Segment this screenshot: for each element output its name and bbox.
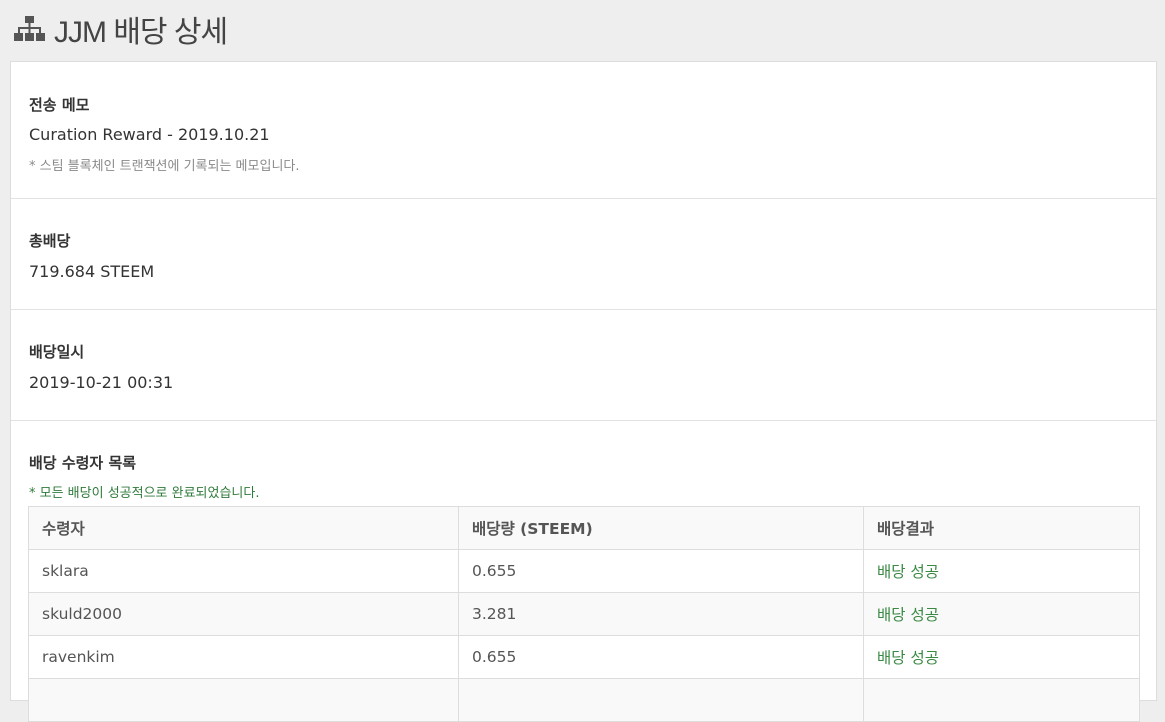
column-header-result: 배당결과	[863, 506, 1140, 550]
recipients-label: 배당 수령자 목록	[29, 454, 137, 472]
page-header: JJM 배당 상세	[14, 8, 228, 50]
page-title: JJM 배당 상세	[54, 16, 228, 49]
table-row: ravenkim 0.655 배당 성공	[28, 635, 1140, 679]
total-value: 719.684 STEEM	[29, 262, 155, 281]
sitemap-icon	[14, 15, 45, 43]
recipient-name: skuld2000	[28, 592, 459, 636]
recipient-amount: 3.281	[458, 592, 864, 636]
table-row: sklara 0.655 배당 성공	[28, 549, 1140, 593]
recipients-table: 수령자 배당량 (STEEM) 배당결과 sklara 0.655 배당 성공 …	[28, 506, 1140, 722]
recipient-result: 배당 성공	[863, 549, 1140, 593]
detail-panel: 전송 메모 Curation Reward - 2019.10.21 * 스팀 …	[10, 61, 1157, 722]
date-section: 배당일시 2019-10-21 00:31	[11, 310, 1156, 421]
table-header-row: 수령자 배당량 (STEEM) 배당결과	[28, 506, 1140, 550]
recipient-name: sklara	[28, 549, 459, 593]
column-header-amount: 배당량 (STEEM)	[458, 506, 864, 550]
recipient-result: 배당 성공	[863, 592, 1140, 636]
date-label: 배당일시	[29, 343, 85, 361]
memo-label: 전송 메모	[29, 96, 90, 114]
recipient-amount: 0.655	[458, 635, 864, 679]
recipients-note: * 모든 배당이 성공적으로 완료되었습니다.	[29, 486, 260, 501]
column-header-recipient: 수령자	[28, 506, 459, 550]
memo-section: 전송 메모 Curation Reward - 2019.10.21 * 스팀 …	[11, 62, 1156, 199]
date-value: 2019-10-21 00:31	[29, 373, 174, 392]
table-row: skuld2000 3.281 배당 성공	[28, 592, 1140, 636]
recipient-amount: 0.655	[458, 549, 864, 593]
recipient-name: ravenkim	[28, 635, 459, 679]
table-row	[28, 678, 1140, 722]
total-label: 총배당	[29, 232, 71, 250]
total-section: 총배당 719.684 STEEM	[11, 199, 1156, 310]
memo-note: * 스팀 블록체인 트랜잭션에 기록되는 메모입니다.	[29, 159, 300, 174]
memo-value: Curation Reward - 2019.10.21	[29, 125, 270, 144]
recipient-result: 배당 성공	[863, 635, 1140, 679]
